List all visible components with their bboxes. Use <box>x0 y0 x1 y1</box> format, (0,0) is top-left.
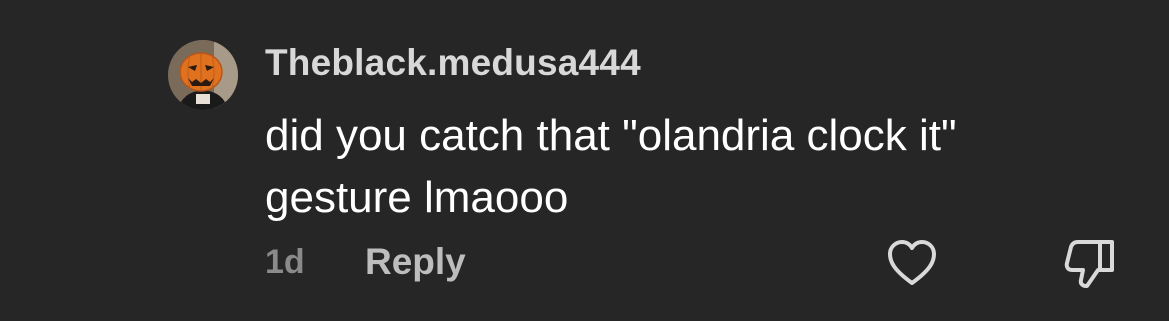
dislike-button[interactable] <box>1062 236 1118 290</box>
heart-icon <box>888 240 936 285</box>
thumbs-down-icon <box>1064 240 1114 288</box>
like-button[interactable] <box>886 238 938 288</box>
pumpkin-mask-image <box>168 40 238 110</box>
comment-username[interactable]: Theblack.medusa444 <box>265 42 641 84</box>
comment-text: did you catch that "olandria clock it" g… <box>265 111 957 222</box>
avatar[interactable] <box>168 40 238 110</box>
comment-item: Theblack.medusa444 did you catch that "o… <box>0 0 1169 321</box>
reply-button[interactable]: Reply <box>365 241 466 283</box>
comment-timestamp: 1d <box>265 243 305 281</box>
